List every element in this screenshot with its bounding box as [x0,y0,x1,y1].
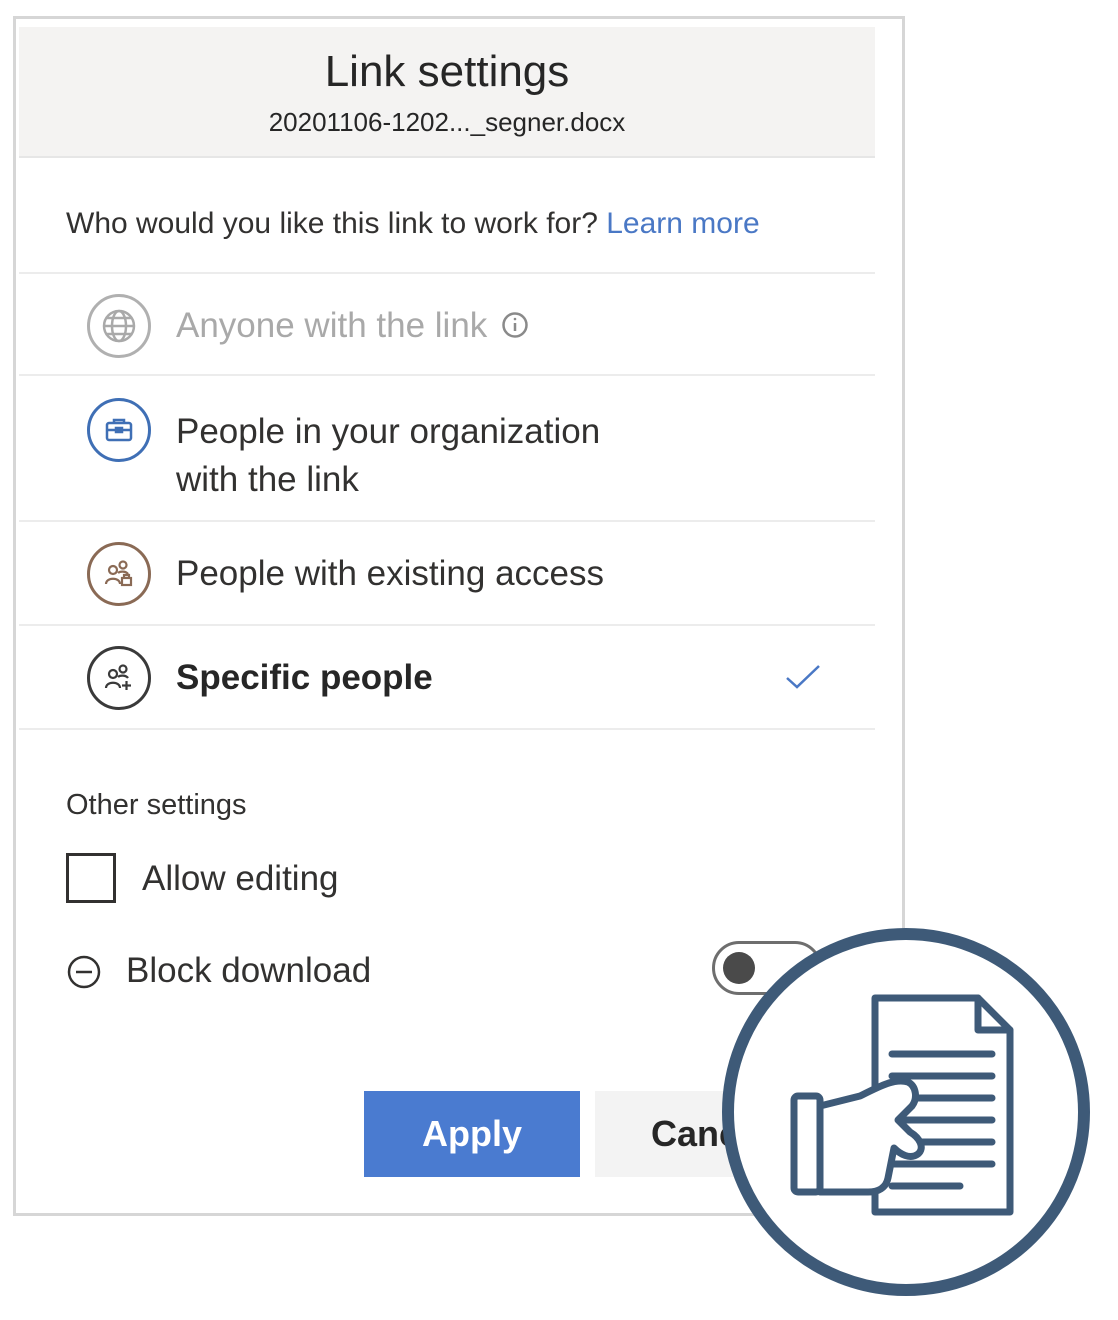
option-specific-people[interactable]: Specific people [19,626,875,728]
dialog-header: Link settings 20201106-1202..._segner.do… [19,27,875,158]
option-label-line1: People in your organization [176,412,601,451]
people-lock-icon [87,542,151,606]
checkmark-icon [786,665,820,689]
dialog-title: Link settings [324,47,570,96]
learn-more-link[interactable]: Learn more [606,207,759,240]
option-anyone-with-link[interactable]: Anyone with the link [19,274,875,374]
briefcase-icon [87,398,151,462]
divider [19,728,875,730]
question-text: Who would you like this link to work for… [66,207,598,240]
file-name: 20201106-1202..._segner.docx [268,107,626,137]
audience-question: Who would you like this link to work for… [66,207,760,241]
info-icon[interactable] [501,311,529,339]
option-label: People in your organization with the lin… [176,408,600,504]
allow-editing-label: Allow editing [142,859,339,898]
globe-icon [87,294,151,358]
option-label: Specific people [176,658,433,697]
people-add-icon [87,646,151,710]
minus-circle-icon [67,955,101,989]
option-label: People with existing access [176,554,604,593]
document-hand-icon [722,928,1090,1296]
apply-button[interactable]: Apply [364,1091,580,1177]
block-download-label: Block download [126,951,372,990]
allow-editing-checkbox[interactable] [66,853,116,903]
option-label-text: Anyone with the link [176,306,488,345]
option-label-line2: with the link [176,460,359,499]
option-people-in-organization[interactable]: People in your organization with the lin… [19,376,875,520]
option-label: Anyone with the link [176,302,529,350]
option-people-with-existing-access[interactable]: People with existing access [19,522,875,624]
other-settings-title: Other settings [66,789,247,821]
